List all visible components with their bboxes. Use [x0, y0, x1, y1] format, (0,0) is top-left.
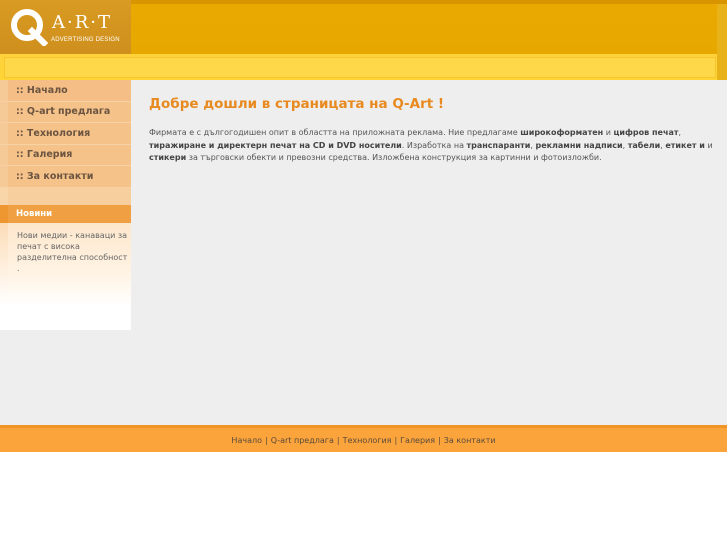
intro-text: и [704, 140, 713, 150]
footer-separator: | [438, 435, 441, 445]
main-menu: :: Начало :: Q-art предлага :: Технологи… [0, 80, 131, 206]
news-text: Нови медии - канаваци за печат с висока … [17, 231, 128, 273]
news-heading: Новини [0, 205, 131, 223]
logo-text: A·R·T [52, 12, 113, 33]
intro-highlight: рекламни надписи [535, 140, 623, 150]
footer-link-contacts[interactable]: За контакти [444, 436, 496, 445]
intro-highlight: табели [627, 140, 661, 150]
intro-text: . Изработка на [401, 140, 467, 150]
header-band-inner [4, 57, 716, 78]
menu-item-contacts[interactable]: :: За контакти [0, 166, 131, 188]
menu-item-technology[interactable]: :: Технология [0, 123, 131, 145]
menu-item-label: :: За контакти [16, 170, 94, 182]
footer-nav: Начало | Q-art предлага | Технология | Г… [0, 425, 727, 452]
menu-item-label: :: Начало [16, 84, 68, 96]
intro-highlight: тиражиране и директерн печат на CD и DVD… [149, 140, 402, 150]
footer-separator: | [394, 435, 398, 445]
logo-tagline: ADVERTISING DESIGN [51, 37, 120, 43]
footer-separator: | [336, 435, 340, 445]
intro-highlight: етикет и [665, 140, 705, 150]
footer-link-gallery[interactable]: Галерия [400, 436, 435, 445]
intro-text: за търговски обекти и превозни средства.… [186, 153, 602, 162]
intro-highlight: транспаранти [466, 140, 531, 150]
header: A·R·T ADVERTISING DESIGN [0, 0, 727, 80]
intro-text: Фирмата е с дългогодишен опит в областта… [149, 128, 521, 137]
intro-highlight: стикери [149, 153, 187, 162]
logo[interactable]: A·R·T ADVERTISING DESIGN [0, 0, 131, 54]
intro-text: , [678, 128, 682, 137]
menu-item-gallery[interactable]: :: Галерия [0, 144, 131, 166]
menu-item-label: :: Q-art предлага [16, 106, 111, 118]
menu-item-offers[interactable]: :: Q-art предлага [0, 101, 131, 123]
logo-q-icon [11, 9, 48, 46]
intro-paragraph: Фирмата е с дългогодишен опит в областта… [149, 127, 721, 165]
page-title: Добре дошли в страницата на Q-Art ! [149, 96, 445, 112]
news-heading-label: Новини [16, 209, 53, 219]
menu-item-label: :: Технология [16, 127, 91, 139]
header-edge [717, 4, 727, 80]
intro-text: и [603, 128, 614, 137]
news-item[interactable]: Нови медии - канаваци за печат с висока … [0, 223, 131, 306]
menu-spacer [0, 187, 131, 206]
menu-item-label: :: Галерия [16, 149, 73, 161]
footer-link-technology[interactable]: Технология [343, 436, 392, 445]
footer-link-offers[interactable]: Q-art предлага [271, 436, 334, 445]
footer-separator: | [264, 435, 268, 445]
intro-highlight: широкоформатен [520, 128, 604, 137]
sidebar: :: Начало :: Q-art предлага :: Технологи… [0, 80, 131, 330]
intro-highlight: цифров печат [613, 128, 679, 137]
sidebar-filler [0, 330, 131, 425]
footer-link-home[interactable]: Начало [231, 436, 262, 445]
main-content: Добре дошли в страницата на Q-Art ! Фирм… [131, 80, 727, 425]
menu-item-home[interactable]: :: Начало [0, 80, 131, 102]
